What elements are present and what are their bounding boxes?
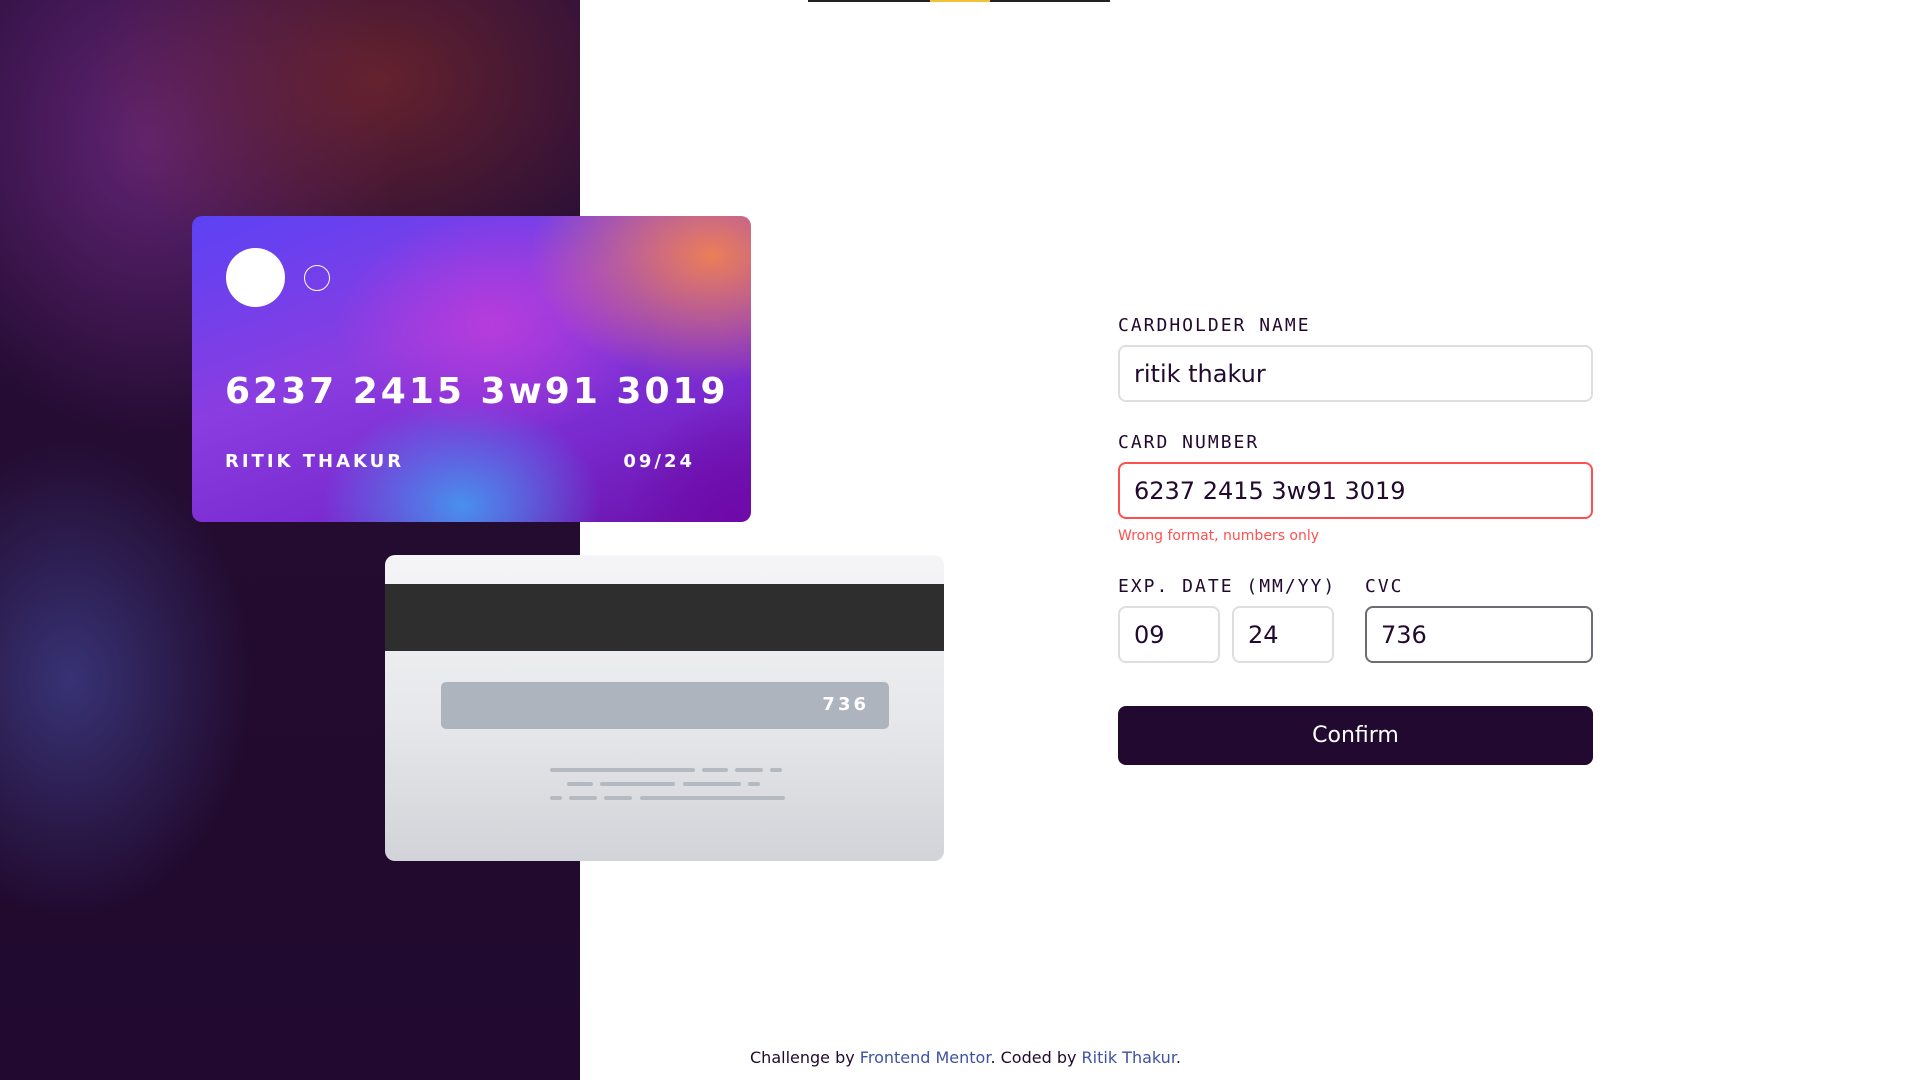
card-logo-outline-circle bbox=[304, 265, 330, 291]
cvc-field-group: CVC bbox=[1365, 576, 1593, 663]
cvc-label: CVC bbox=[1365, 576, 1404, 597]
frontend-mentor-link[interactable]: Frontend Mentor bbox=[860, 1048, 991, 1067]
expiry-field-group: EXP. DATE (MM/YY) bbox=[1118, 576, 1337, 663]
cvc-input[interactable] bbox=[1365, 606, 1593, 663]
expiry-label: EXP. DATE (MM/YY) bbox=[1118, 576, 1337, 597]
expiry-month-input[interactable] bbox=[1118, 606, 1220, 663]
magnetic-stripe bbox=[385, 584, 944, 651]
top-decoration-line bbox=[808, 0, 1110, 2]
background-panel bbox=[0, 0, 580, 1080]
card-back: 736 bbox=[385, 555, 944, 861]
card-number-input[interactable] bbox=[1118, 462, 1593, 519]
top-decoration-accent bbox=[930, 0, 990, 2]
card-number-error: Wrong format, numbers only bbox=[1118, 528, 1320, 544]
confirm-button[interactable]: Confirm bbox=[1118, 706, 1593, 765]
cardholder-field-group: CARDHOLDER NAME bbox=[1118, 315, 1593, 402]
expiry-year-input[interactable] bbox=[1232, 606, 1334, 663]
card-number-display: 6237 2415 3w91 3019 bbox=[225, 371, 729, 412]
attribution-footer: Challenge by Frontend Mentor. Coded by R… bbox=[750, 1048, 1181, 1067]
card-holder-display: RITIK THAKUR bbox=[225, 451, 405, 472]
card-front: 6237 2415 3w91 3019 RITIK THAKUR 09/24 bbox=[192, 216, 751, 522]
footer-middle: . Coded by bbox=[990, 1048, 1082, 1067]
card-cvc-display: 736 bbox=[822, 694, 869, 715]
footer-suffix: . bbox=[1175, 1048, 1182, 1067]
card-back-fine-print bbox=[550, 768, 785, 808]
cardholder-label: CARDHOLDER NAME bbox=[1118, 315, 1311, 336]
card-logo-filled-circle bbox=[226, 248, 285, 307]
card-expiry-display: 09/24 bbox=[623, 451, 695, 472]
signature-strip: 736 bbox=[441, 682, 889, 729]
author-link[interactable]: Ritik Thakur bbox=[1082, 1048, 1176, 1067]
footer-prefix: Challenge by bbox=[750, 1048, 860, 1067]
cardholder-input[interactable] bbox=[1118, 345, 1593, 402]
card-number-field-group: CARD NUMBER Wrong format, numbers only bbox=[1118, 432, 1593, 544]
card-number-label: CARD NUMBER bbox=[1118, 432, 1260, 453]
